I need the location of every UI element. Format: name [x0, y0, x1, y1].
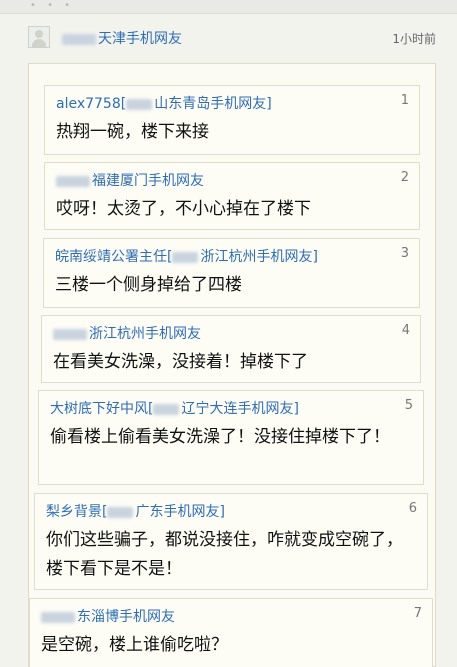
comment-card: alex7758[山东青岛手机网友] 1 热翔一碗，楼下来接 [44, 85, 420, 155]
comment-card: 梨乡背景[广东手机网友] 6 你们这些骗子，都说没接住，咋就变成空碗了，楼下看下… [34, 493, 428, 590]
floor-number: 5 [404, 398, 413, 413]
comment-card: 福建厦门手机网友 2 哎呀！太烫了，不小心掉在了楼下 [44, 162, 420, 230]
avatar[interactable] [28, 26, 50, 48]
redacted-name-blur [126, 98, 153, 110]
floor-number: 2 [400, 170, 409, 185]
floor-number: 4 [401, 323, 410, 338]
comment-text: 三楼一个侧身掉给了四楼 [55, 275, 242, 295]
redacted-name-blur [53, 328, 87, 340]
commenter-name[interactable]: 东淄博手机网友 [41, 606, 175, 626]
comment-card: 东淄博手机网友 7 是空碗，楼上谁偷吃啦？ [29, 598, 433, 667]
commenter-name[interactable]: 皖南绥靖公署主任[浙江杭州手机网友] [55, 246, 318, 266]
comment-text: 你们这些骗子，都说没接住，咋就变成空碗了，楼下看下是不是！ [46, 530, 403, 579]
redacted-name-blur [56, 175, 90, 187]
redacted-name-blur [41, 611, 75, 623]
floor-number: 3 [400, 246, 409, 261]
post-header: 天津手机网友 1小时前 [22, 20, 440, 56]
top-strip: • • • [0, 0, 457, 14]
comment-card: 皖南绥靖公署主任[浙江杭州手机网友] 3 三楼一个侧身掉给了四楼 [43, 238, 420, 308]
comment-text: 哎呀！太烫了，不小心掉在了楼下 [56, 199, 311, 219]
commenter-name[interactable]: alex7758[山东青岛手机网友] [56, 93, 272, 113]
comment-text: 是空碗，楼上谁偷吃啦？ [41, 635, 228, 655]
redacted-name-blur [172, 251, 199, 263]
floor-number: 1 [400, 93, 409, 108]
separator-dots-icon: • • • [30, 0, 75, 11]
comment-text: 热翔一碗，楼下来接 [56, 122, 209, 142]
floor-number: 7 [413, 606, 422, 621]
redacted-name-blur [107, 506, 134, 518]
floor-number: 6 [408, 501, 417, 516]
commenter-name[interactable]: 浙江杭州手机网友 [53, 323, 201, 343]
comment-card: 浙江杭州手机网友 4 在看美女洗澡，没接着！掉楼下了 [41, 315, 421, 383]
poster-name[interactable]: 天津手机网友 [62, 28, 182, 48]
commenter-name[interactable]: 梨乡背景[广东手机网友] [46, 501, 225, 521]
comment-text: 在看美女洗澡，没接着！掉楼下了 [53, 352, 308, 372]
comment-text: 偷看楼上偷看美女洗澡了！没接住掉楼下了！ [50, 427, 390, 447]
commenter-name[interactable]: 大树底下好中风[辽宁大连手机网友] [50, 398, 299, 418]
post-time: 1小时前 [392, 32, 436, 46]
comment-card: 大树底下好中风[辽宁大连手机网友] 5 偷看楼上偷看美女洗澡了！没接住掉楼下了！ [38, 390, 424, 485]
redacted-name-blur [62, 33, 96, 45]
redacted-name-blur [153, 403, 180, 415]
commenter-name[interactable]: 福建厦门手机网友 [56, 170, 204, 190]
